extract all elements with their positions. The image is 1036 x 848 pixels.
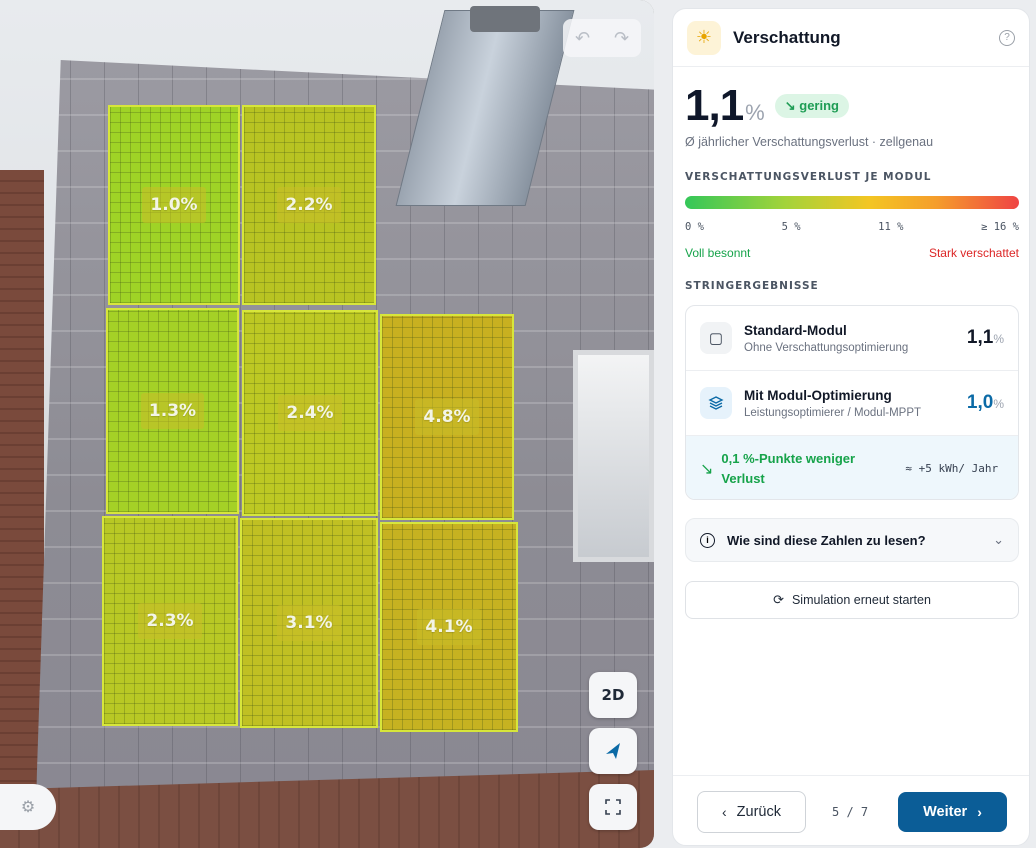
row-value-number: 1,1: [966, 327, 994, 348]
panel-title: Verschattung: [733, 27, 841, 47]
gradient-legend: Voll besonnt Stark verschattet: [685, 246, 1019, 260]
refresh-icon: ⟳: [773, 592, 784, 607]
faq-accordion[interactable]: i Wie sind diese Zahlen zu lesen? ⌄: [685, 518, 1019, 562]
chevron-down-icon: ⌄: [993, 532, 1004, 547]
navigate-button[interactable]: [589, 728, 637, 774]
trend-down-icon: ↘: [700, 460, 714, 478]
skylight: [573, 350, 654, 562]
solar-panel[interactable]: 1.3%: [106, 308, 239, 514]
panel-shading-label: 3.1%: [277, 605, 341, 641]
chevron-right-icon: ›: [977, 803, 982, 820]
solar-panel[interactable]: 4.8%: [380, 314, 514, 520]
scale-tick: 5 %: [781, 221, 801, 233]
gradient-scale: 0 % 5 % 11 % ≥ 16 %: [685, 221, 1019, 233]
solar-panel[interactable]: 2.3%: [102, 516, 238, 726]
solar-panel[interactable]: 4.1%: [380, 522, 518, 732]
back-label: Zurück: [736, 803, 781, 820]
undo-icon[interactable]: ↶: [575, 28, 590, 49]
rating-label: gering: [799, 98, 839, 113]
row-title: Mit Modul-Optimierung: [744, 387, 892, 403]
row-value-number: 1,0: [966, 392, 994, 413]
solar-panel[interactable]: 3.1%: [240, 518, 378, 728]
solar-panel[interactable]: 1.0%: [108, 105, 240, 305]
gear-icon: ⚙: [20, 799, 36, 816]
layers-icon: [700, 387, 732, 419]
panel-shading-label: 2.2%: [277, 187, 341, 223]
brick-wall: [0, 170, 44, 848]
undo-redo-group: ↶ ↷: [563, 19, 641, 57]
panel-shading-label: 1.0%: [142, 187, 206, 223]
row-value: 1,1%: [967, 327, 1004, 349]
step-indicator: 5 / 7: [832, 804, 869, 819]
faq-label: Wie sind diese Zahlen zu lesen?: [727, 532, 926, 548]
legend-sunny: Voll besonnt: [685, 246, 751, 260]
panel-shading-label: 1.3%: [140, 393, 205, 429]
row-value-unit: %: [993, 397, 1004, 411]
scale-tick: 0 %: [685, 221, 704, 233]
shading-value: 1,1: [685, 81, 744, 130]
panel-footer: ‹ Zurück 5 / 7 Weiter ›: [673, 775, 1029, 845]
panel-shading-label: 4.1%: [417, 609, 481, 645]
legend-shaded: Stark verschattet: [928, 246, 1019, 260]
string-row-standard: ▢ Standard-Modul Ohne Verschattungsoptim…: [686, 306, 1018, 371]
scale-tick: ≥ 16 %: [981, 221, 1019, 233]
module-section-label: VERSCHATTUNGSVERLUST JE MODUL: [685, 171, 932, 183]
square-icon: ▢: [700, 322, 732, 354]
next-label: Weiter: [923, 803, 968, 820]
shading-subtitle: Ø jährlicher Verschattungsverlust · zell…: [685, 135, 934, 149]
fullscreen-button[interactable]: [589, 784, 637, 830]
shading-unit: %: [745, 100, 765, 125]
redo-icon[interactable]: ↷: [614, 28, 629, 49]
chevron-left-icon: ‹: [722, 803, 727, 820]
shading-gradient-bar: [685, 196, 1019, 209]
layers-icon-svg: [708, 396, 724, 410]
rating-badge: ↘ gering: [774, 94, 849, 118]
scale-tick: 11 %: [878, 221, 904, 233]
panel-shading-label: 2.4%: [278, 395, 342, 431]
navigation-arrow-icon: [606, 743, 620, 759]
saving-row: ↘ 0,1 %-Punkte weniger Verlust ≈ +5 kWh/…: [686, 436, 1018, 499]
string-row-optimized: Mit Modul-Optimierung Leistungsoptimiere…: [686, 371, 1018, 436]
info-icon: i: [700, 532, 715, 548]
shading-summary: 1,1 % ↘ gering: [685, 81, 849, 131]
shading-panel: ☀ Verschattung ? 1,1 % ↘ gering Ø jährli…: [672, 8, 1030, 846]
string-results-card: ▢ Standard-Modul Ohne Verschattungsoptim…: [685, 305, 1019, 500]
solar-panel[interactable]: 2.2%: [242, 105, 376, 305]
sun-icon: ☀: [687, 20, 721, 55]
panel-shading-label: 4.8%: [415, 399, 479, 435]
string-section-label: STRINGERGEBNISSE: [685, 280, 819, 292]
saving-text: 0,1 %-Punkte weniger Verlust: [721, 450, 856, 486]
help-icon[interactable]: ?: [999, 29, 1015, 46]
solar-panel[interactable]: 2.4%: [242, 310, 378, 516]
restart-simulation-button[interactable]: ⟳ Simulation erneut starten: [685, 581, 1019, 619]
toggle-2d-button[interactable]: 2D: [589, 672, 637, 718]
saving-energy: ≈ +5 kWh/ Jahr: [905, 461, 999, 475]
panel-header: ☀ Verschattung ?: [673, 9, 1029, 67]
row-subtitle: Ohne Verschattungsoptimierung: [744, 341, 909, 354]
restart-label: Simulation erneut starten: [791, 593, 931, 607]
toggle-2d-label: 2D: [601, 686, 625, 704]
fullscreen-icon: [605, 799, 621, 815]
row-value: 1,0%: [967, 392, 1004, 414]
trend-down-icon: ↘: [784, 98, 796, 113]
row-title: Standard-Modul: [744, 322, 847, 338]
panel-shading-label: 2.3%: [138, 603, 202, 639]
back-button[interactable]: ‹ Zurück: [697, 790, 806, 833]
settings-button[interactable]: ⚙: [0, 784, 56, 830]
chimney-cap: [470, 6, 540, 32]
row-value-unit: %: [993, 332, 1004, 346]
roof-3d-view[interactable]: 1.0% 2.2% 1.3% 2.4% 4.8% 2.3% 3.1% 4.1% …: [0, 0, 654, 848]
next-button[interactable]: Weiter ›: [898, 791, 1007, 832]
row-subtitle: Leistungsoptimierer / Modul-MPPT: [744, 406, 922, 419]
